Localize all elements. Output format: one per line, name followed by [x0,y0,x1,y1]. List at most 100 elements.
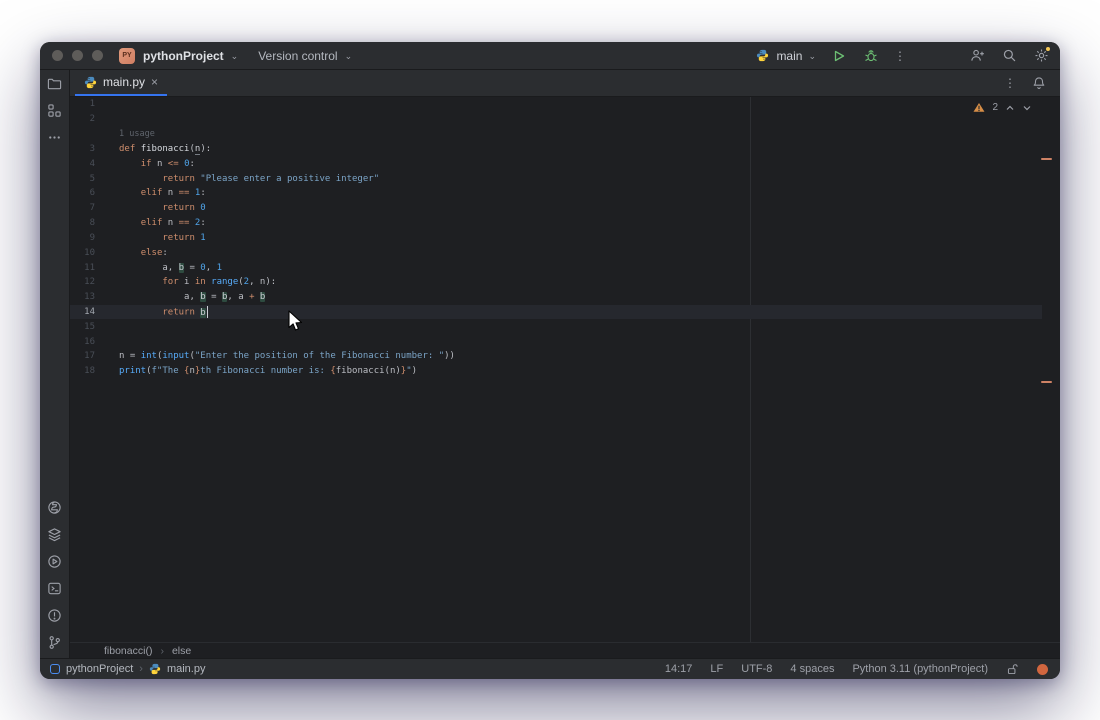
line-number[interactable]: 13 [70,292,114,302]
code-line-4[interactable]: 4 if n <= 0: [70,156,1042,171]
line-number[interactable]: 16 [70,337,114,347]
status-item[interactable]: 4 spaces [790,663,834,675]
python-file-icon [149,663,161,675]
line-number[interactable]: 4 [70,159,114,169]
code-line-18[interactable]: 18print(f"The {n}th Fibonacci number is:… [70,364,1042,379]
status-item[interactable]: Python 3.11 (pythonProject) [852,663,988,675]
run-button[interactable] [830,47,848,65]
status-project-name[interactable]: pythonProject [66,663,133,675]
code-line-16[interactable]: 16 [70,334,1042,349]
settings-gear-icon[interactable] [1032,47,1050,65]
notifications-bell-icon[interactable] [1032,76,1046,90]
editor-tab-bar: main.py × ⋮ [70,70,1060,97]
close-window-button[interactable] [52,50,63,61]
code-line-17[interactable]: 17n = int(input("Enter the position of t… [70,349,1042,364]
line-number[interactable]: 2 [70,114,114,124]
git-tool-icon[interactable] [47,634,63,650]
status-item[interactable]: LF [710,663,723,675]
settings-badge [1045,46,1051,52]
line-number[interactable]: 8 [70,218,114,228]
structure-tool-icon[interactable] [47,102,63,118]
services-tool-icon[interactable] [47,526,63,542]
warning-stripe-mark[interactable] [1041,158,1052,160]
tab-options-menu[interactable]: ⋮ [1004,76,1016,90]
warning-count: 2 [992,102,998,113]
zoom-window-button[interactable] [92,50,103,61]
code-line-10[interactable]: 10 else: [70,245,1042,260]
code-line-7[interactable]: 7 return 0 [70,201,1042,216]
code-line-13[interactable]: 13 a, b = b, a + b [70,290,1042,305]
line-number[interactable]: 12 [70,277,114,287]
status-item[interactable]: UTF-8 [741,663,772,675]
more-tool-windows-icon[interactable] [47,129,63,145]
tool-window-strip [40,70,70,658]
line-number[interactable]: 5 [70,174,114,184]
line-number[interactable]: 14 [70,307,114,317]
chevron-down-icon: ⌄ [231,51,239,62]
code-line-1[interactable]: 1 [70,97,1042,112]
code-line-5[interactable]: 5 return "Please enter a positive intege… [70,171,1042,186]
code-line-11[interactable]: 11 a, b = 0, 1 [70,260,1042,275]
code-line-14[interactable]: 14 return b [70,305,1042,320]
search-icon[interactable] [1000,47,1018,65]
more-actions-menu[interactable]: ⋮ [894,49,906,63]
line-number[interactable]: 3 [70,144,114,154]
code-line-15[interactable]: 15 [70,319,1042,334]
python-file-icon [84,76,97,89]
code-line-3[interactable]: 3def fibonacci(n): [70,141,1042,156]
line-number[interactable]: 6 [70,188,114,198]
run-configuration-selector[interactable]: main ⌄ [753,47,816,65]
warning-stripe-mark[interactable] [1041,381,1052,383]
project-selector[interactable]: pythonProject [143,49,224,63]
code-line-8[interactable]: 8 elif n == 2: [70,216,1042,231]
line-number[interactable]: 9 [70,233,114,243]
line-number[interactable]: 7 [70,203,114,213]
usage-inlay-hint[interactable]: 1 usage [119,129,155,139]
line-number[interactable]: 15 [70,322,114,332]
minimize-window-button[interactable] [72,50,83,61]
readonly-lock-icon[interactable] [1006,663,1019,676]
title-bar: PY pythonProject ⌄ Version control ⌄ mai… [40,42,1060,70]
line-number[interactable]: 18 [70,366,114,376]
code-line-12[interactable]: 12 for i in range(2, n): [70,275,1042,290]
code-with-me-icon[interactable] [968,47,986,65]
line-number[interactable]: 11 [70,263,114,273]
code-line-2[interactable]: 2 [70,112,1042,127]
warning-triangle-icon [973,102,985,113]
terminal-tool-icon[interactable] [47,580,63,596]
run-config-name: main [776,49,802,63]
breadcrumb-item[interactable]: fibonacci() [104,645,152,657]
tab-main-py[interactable]: main.py × [75,70,167,96]
status-file-name[interactable]: main.py [167,663,206,675]
tab-label: main.py [103,75,145,89]
python-console-icon[interactable] [47,499,63,515]
text-caret [207,306,209,318]
code-line-9[interactable]: 9 return 1 [70,230,1042,245]
code-editor[interactable]: 121 usage3def fibonacci(n):4 if n <= 0:5… [70,97,1060,642]
project-status-icon [50,664,60,674]
breadcrumb-separator: › [160,645,164,657]
breadcrumb-item[interactable]: else [172,645,191,657]
project-tool-icon[interactable] [47,75,63,91]
status-bar: pythonProject › main.py 14:17LFUTF-84 sp… [40,658,1060,679]
line-number[interactable]: 10 [70,248,114,258]
run-tool-icon[interactable] [47,553,63,569]
problems-tool-icon[interactable] [47,607,63,623]
line-number[interactable]: 1 [70,99,114,109]
code-line-6[interactable]: 6 elif n == 1: [70,186,1042,201]
debug-button[interactable] [862,47,880,65]
inspections-widget[interactable]: 2 [973,102,1032,113]
python-file-icon [753,47,771,65]
breadcrumb: fibonacci() › else [70,642,1060,658]
chevron-down-icon: ⌄ [345,51,353,62]
vcs-menu[interactable]: Version control [258,49,337,63]
pycharm-window: PY pythonProject ⌄ Version control ⌄ mai… [40,42,1060,679]
next-warning-icon[interactable] [1022,103,1032,113]
window-controls[interactable] [52,50,103,61]
notification-badge[interactable] [1037,664,1048,675]
status-item[interactable]: 14:17 [665,663,693,675]
line-number[interactable]: 17 [70,351,114,361]
inlay-hint-row[interactable]: 1 usage [70,127,1042,142]
close-tab-icon[interactable]: × [151,76,158,88]
prev-warning-icon[interactable] [1005,103,1015,113]
